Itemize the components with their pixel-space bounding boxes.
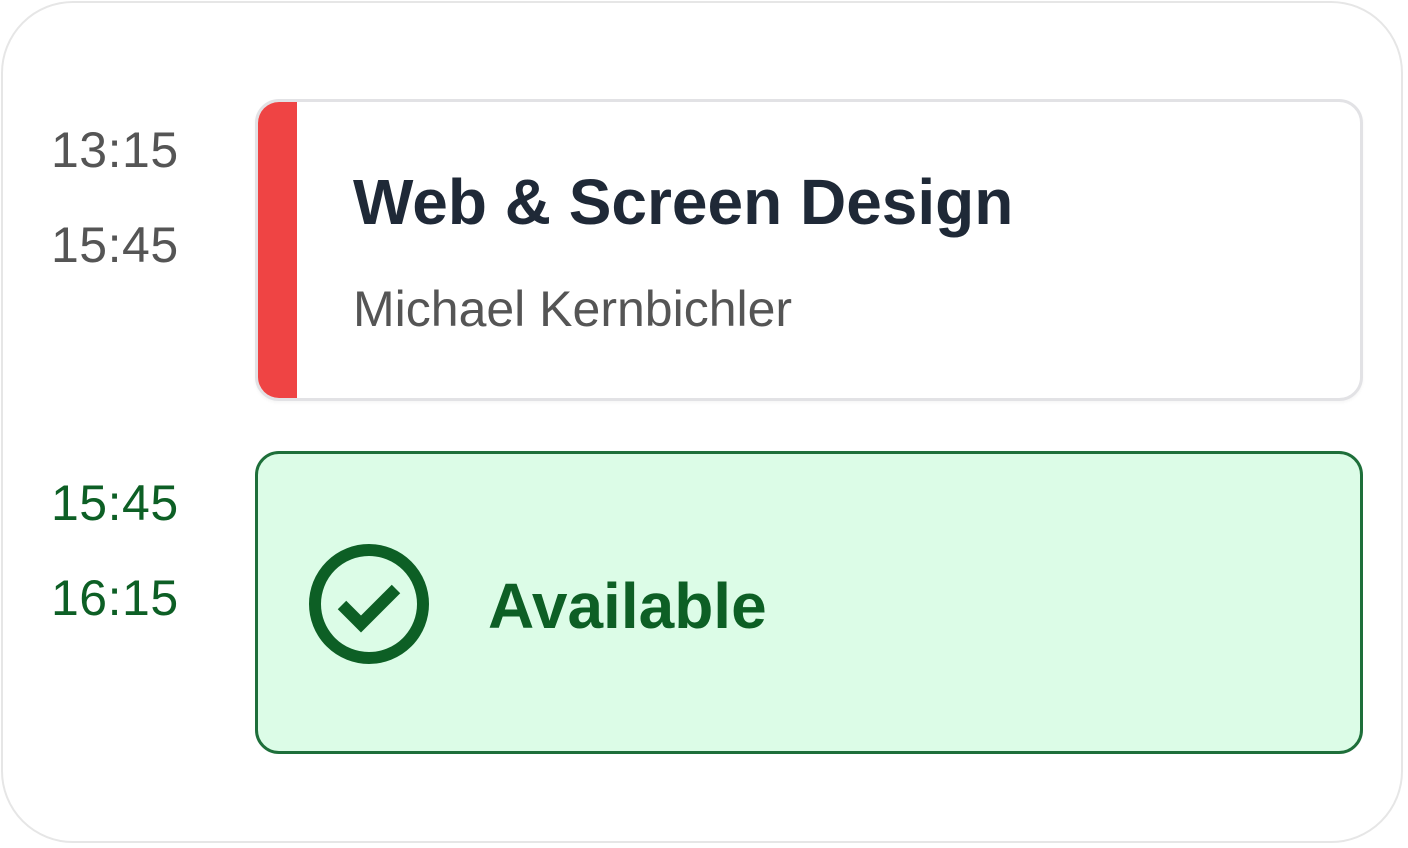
course-accent-bar <box>258 102 297 398</box>
available-label: Available <box>488 570 767 642</box>
start-time: 13:15 <box>51 122 179 178</box>
course-teacher: Michael Kernbichler <box>353 281 793 337</box>
end-time: 15:45 <box>51 217 179 273</box>
course-card[interactable]: Web & Screen Design Michael Kernbichler <box>255 99 1363 401</box>
schedule-widget: 13:15 15:45 Web & Screen Design Michael … <box>1 1 1403 843</box>
end-time: 16:15 <box>51 570 179 626</box>
course-title: Web & Screen Design <box>353 166 1014 238</box>
check-circle-icon <box>309 544 429 664</box>
start-time: 15:45 <box>51 475 179 531</box>
available-slot-card[interactable]: Available <box>255 451 1363 754</box>
